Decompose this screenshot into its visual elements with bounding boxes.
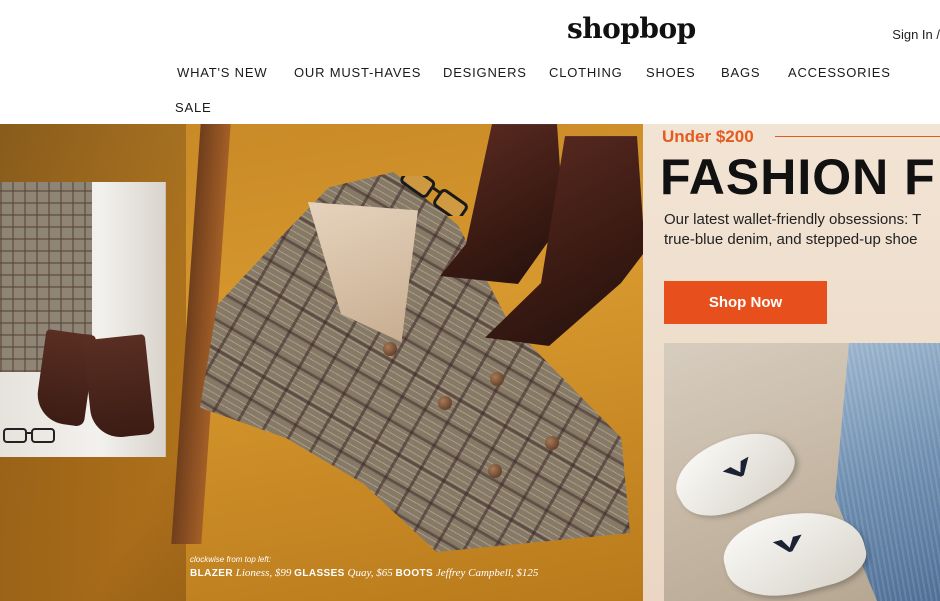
blazer-button <box>438 396 452 410</box>
nav-bags[interactable]: BAGS <box>721 65 760 80</box>
caption-boots-label: BOOTS <box>395 568 434 579</box>
caption-intro: clockwise from top left: <box>190 555 271 564</box>
inset-photo <box>0 182 166 457</box>
inset-glasses-icon <box>3 428 55 443</box>
nav-our-must-haves[interactable]: OUR MUST-HAVES <box>294 65 421 80</box>
promo-divider <box>775 136 940 137</box>
blazer-button <box>383 342 397 356</box>
sign-in-link[interactable]: Sign In / <box>892 27 940 42</box>
shop-now-button[interactable]: Shop Now <box>664 281 827 324</box>
blazer-button <box>490 372 504 386</box>
nav-clothing[interactable]: CLOTHING <box>549 65 623 80</box>
nav-sale[interactable]: SALE <box>175 100 211 115</box>
caption-boots-brand: Jeffrey Campbell, $125 <box>435 567 539 579</box>
caption-glasses-label: GLASSES <box>294 568 345 579</box>
shopbop-logo[interactable]: shopbop <box>567 12 696 45</box>
blazer-button <box>545 436 559 450</box>
nav-designers[interactable]: DESIGNERS <box>443 65 527 80</box>
promo-title: FASHION F <box>660 149 936 205</box>
promo-panel: Under $200 FASHION F Our latest wallet-f… <box>643 124 940 601</box>
product-caption: BLAZER Lioness, $99 GLASSES Quay, $65 BO… <box>190 567 538 579</box>
main-nav: WHAT'S NEW OUR MUST-HAVES DESIGNERS CLOT… <box>0 64 940 124</box>
caption-blazer-label: BLAZER <box>190 568 233 579</box>
promo-photo[interactable] <box>664 343 940 601</box>
caption-blazer-brand: Lioness, $99 <box>235 567 292 579</box>
nav-accessories[interactable]: ACCESSORIES <box>788 65 891 80</box>
promo-body-line1: Our latest wallet-friendly obsessions: T <box>664 211 922 228</box>
promo-eyebrow: Under $200 <box>662 127 754 146</box>
glasses-icon <box>400 176 468 216</box>
nav-whats-new[interactable]: WHAT'S NEW <box>177 65 267 80</box>
promo-description: Our latest wallet-friendly obsessions: T… <box>664 210 940 250</box>
promo-body-line2: true-blue denim, and stepped-up shoe <box>664 231 918 248</box>
blazer-button <box>488 464 502 478</box>
nav-shoes[interactable]: SHOES <box>646 65 696 80</box>
caption-glasses-brand: Quay, $65 <box>347 567 393 579</box>
inset-boot-right <box>82 334 156 440</box>
